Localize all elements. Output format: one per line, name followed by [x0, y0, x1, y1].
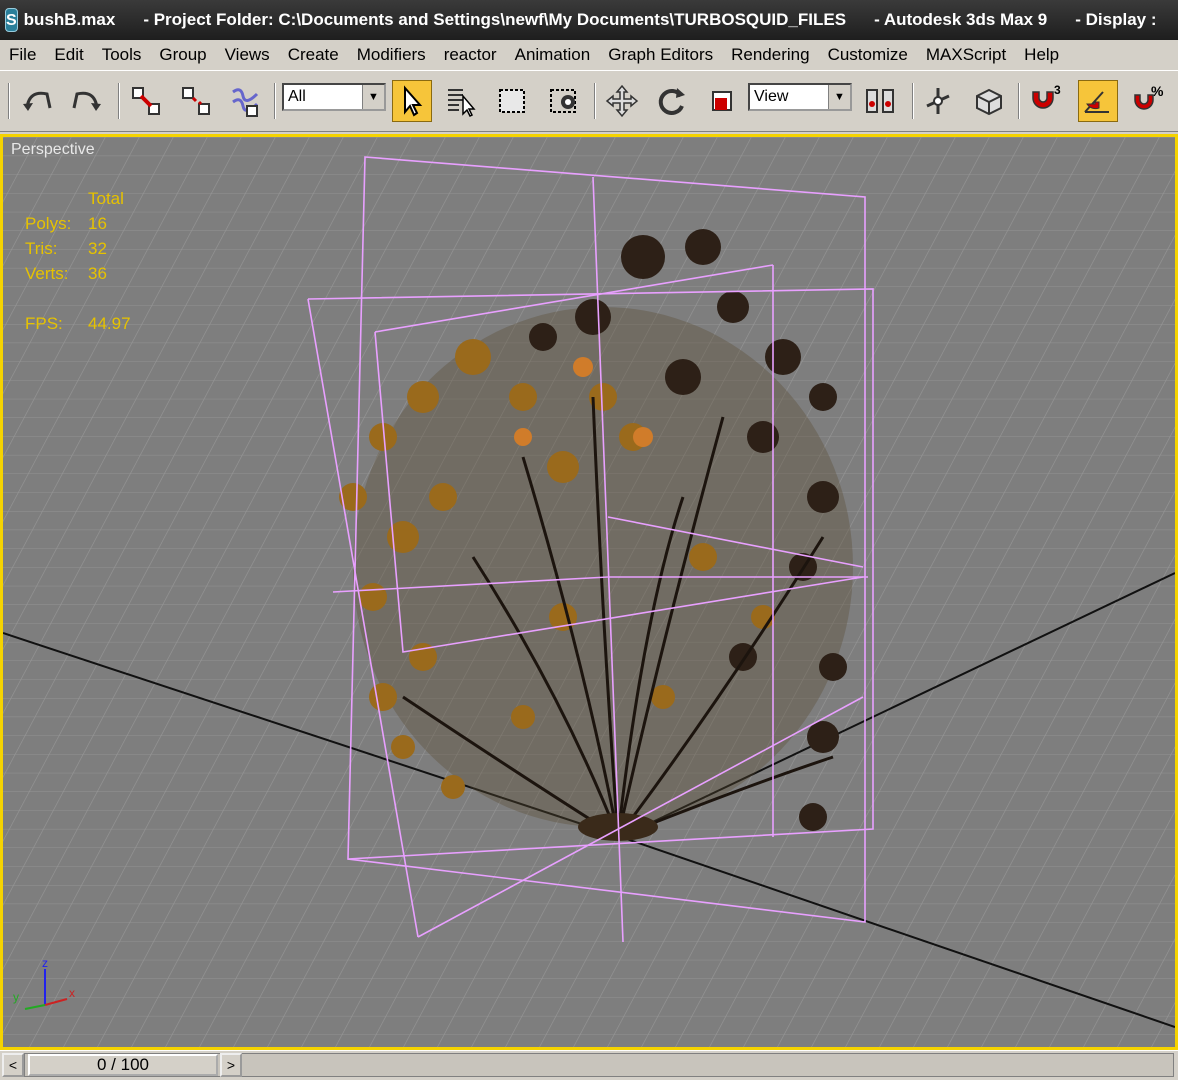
menu-reactor[interactable]: reactor [435, 45, 506, 65]
chevron-down-icon[interactable]: ▼ [362, 85, 384, 109]
polys-value: 16 [88, 214, 107, 233]
axis-z-label: z [42, 956, 48, 970]
window-crossing-icon [550, 89, 576, 113]
percent-snap-label: % [1151, 84, 1164, 99]
select-and-link-button[interactable] [126, 80, 166, 122]
window-crossing-button[interactable] [544, 80, 584, 122]
unlink-selection-button[interactable] [176, 80, 216, 122]
toolbar-separator [274, 83, 276, 119]
select-and-manipulate-button[interactable] [918, 80, 958, 122]
stats-header: Total [88, 189, 124, 208]
chevron-down-icon[interactable]: ▼ [828, 85, 850, 109]
redo-button[interactable] [66, 80, 106, 122]
tris-value: 32 [88, 239, 107, 258]
axis-tripod-icon: z x y [13, 956, 75, 1010]
axis-y-label: y [13, 990, 19, 1004]
toolbar-separator [594, 83, 596, 119]
verts-value: 36 [88, 264, 107, 283]
unlink-icon [182, 87, 210, 115]
time-slider-prev-button[interactable]: < [2, 1053, 24, 1077]
magnet-snap-icon: 3 [1032, 84, 1061, 109]
main-toolbar: All ▼ View ▼ 3 % [0, 70, 1178, 132]
window-display: - Display : [1075, 10, 1157, 29]
menu-create[interactable]: Create [279, 45, 348, 65]
rectangle-selection-icon [499, 89, 525, 113]
angle-snap-icon [1084, 91, 1109, 113]
snaps-toggle-button[interactable]: 3 [1024, 80, 1064, 122]
select-by-name-button[interactable] [442, 80, 482, 122]
use-pivot-point-center-button[interactable] [860, 80, 900, 122]
rotate-icon [658, 88, 685, 115]
perspective-viewport[interactable]: Perspective Total Polys: 16 Tris: 32 Verts… [0, 134, 1178, 1050]
toolbar-separator [912, 83, 914, 119]
polys-label: Polys: [25, 214, 72, 233]
undo-button[interactable] [18, 80, 58, 122]
fps-label: FPS: [25, 314, 63, 333]
toolbar-separator [118, 83, 120, 119]
undo-icon [23, 91, 52, 111]
manipulate-icon [926, 88, 950, 114]
select-object-button[interactable] [392, 80, 432, 122]
menu-group[interactable]: Group [150, 45, 215, 65]
time-slider-thumb[interactable]: 0 / 100 [28, 1054, 218, 1076]
window-app-name: - Autodesk 3ds Max 9 [874, 10, 1048, 29]
menu-views[interactable]: Views [216, 45, 279, 65]
redo-icon [72, 91, 101, 111]
toolbar-separator [8, 83, 10, 119]
cube-icon [976, 88, 1002, 116]
menu-tools[interactable]: Tools [93, 45, 151, 65]
menu-help[interactable]: Help [1015, 45, 1068, 65]
3dsmax-app-icon[interactable]: S [5, 8, 18, 32]
title-bar: S bushB.max - Project Folder: C:\Documen… [0, 0, 1178, 40]
menu-customize[interactable]: Customize [819, 45, 917, 65]
menu-modifiers[interactable]: Modifiers [348, 45, 435, 65]
reference-coordinate-dropdown[interactable]: View ▼ [748, 83, 852, 111]
viewport-label[interactable]: Perspective [11, 141, 95, 159]
rectangular-selection-region-button[interactable] [492, 80, 532, 122]
selection-filter-value: All [288, 88, 306, 105]
menu-animation[interactable]: Animation [506, 45, 600, 65]
menu-file[interactable]: File [0, 45, 45, 65]
pivot-center-icon [866, 89, 894, 113]
select-and-scale-button[interactable] [702, 80, 742, 122]
select-and-rotate-button[interactable] [652, 80, 692, 122]
menu-bar: File Edit Tools Group Views Create Modif… [0, 40, 1178, 70]
viewport-scene[interactable] [3, 137, 1175, 1047]
menu-rendering[interactable]: Rendering [722, 45, 818, 65]
menu-graph-editors[interactable]: Graph Editors [599, 45, 722, 65]
select-and-move-button[interactable] [602, 80, 642, 122]
snap-dimension-label: 3 [1054, 84, 1061, 97]
toolbar-separator [1018, 83, 1020, 119]
window-project-folder: - Project Folder: C:\Documents and Setti… [143, 10, 847, 29]
tris-label: Tris: [25, 239, 58, 258]
window-file-name: bushB.max [23, 10, 116, 29]
menu-edit[interactable]: Edit [45, 45, 92, 65]
scale-icon [712, 91, 732, 111]
keyboard-shortcut-override-button[interactable] [968, 80, 1008, 122]
percent-snap-toggle-button[interactable]: % [1128, 80, 1168, 122]
angle-snap-toggle-button[interactable] [1078, 80, 1118, 122]
axis-x-label: x [69, 986, 75, 1000]
verts-label: Verts: [25, 264, 69, 283]
selection-filter-dropdown[interactable]: All ▼ [282, 83, 386, 111]
time-slider-bar: < 0 / 100 > [0, 1050, 1178, 1080]
move-icon [605, 84, 639, 118]
fps-value: 44.97 [88, 314, 131, 333]
percent-snap-icon: % [1134, 84, 1164, 110]
cursor-arrow-icon [404, 85, 423, 117]
viewport-statistics: Total Polys: 16 Tris: 32 Verts: 36 FPS: 44.9… [25, 189, 131, 339]
reference-coordinate-value: View [754, 88, 789, 105]
time-slider-next-button[interactable]: > [220, 1053, 242, 1077]
select-by-name-icon [448, 89, 476, 118]
space-warp-icon [232, 88, 259, 117]
link-icon [132, 87, 160, 115]
menu-maxscript[interactable]: MAXScript [917, 45, 1015, 65]
bind-to-space-warp-button[interactable] [226, 80, 266, 122]
